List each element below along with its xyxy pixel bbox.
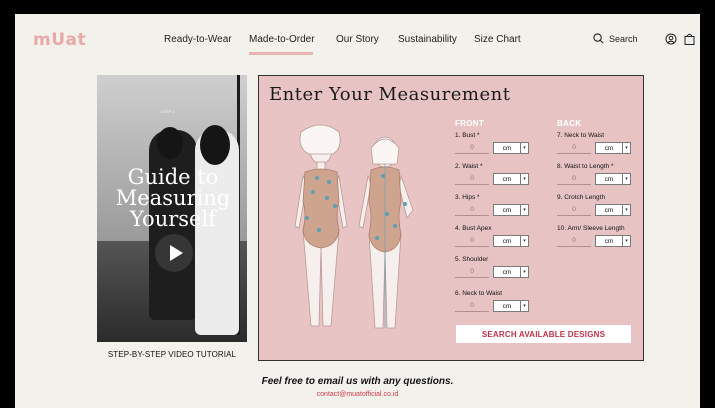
field-row-crotch-length: cm ▾ — [557, 204, 631, 216]
field-label-bust-apex: 4. Bust Apex — [455, 225, 492, 232]
back-heading: BACK — [557, 119, 582, 128]
neck-to-waist-front-unit-select[interactable]: cm ▾ — [493, 300, 529, 312]
nav-size-chart[interactable]: Size Chart — [474, 34, 521, 45]
arm-sleeve-length-input[interactable] — [557, 235, 591, 247]
chevron-down-icon: ▾ — [622, 174, 630, 184]
play-icon — [169, 245, 183, 261]
shoulder-unit-select[interactable]: cm ▾ — [493, 266, 529, 278]
tailor-head — [200, 125, 230, 165]
unit-value: cm — [502, 268, 512, 276]
body-figures-illustration — [294, 124, 414, 329]
video-step-label: STEP 1 — [161, 109, 175, 114]
nav-our-story[interactable]: Our Story — [336, 34, 379, 45]
nav-active-indicator — [249, 52, 313, 55]
field-label-waist: 2. Waist * — [455, 163, 483, 170]
neck-to-waist-back-input[interactable] — [557, 142, 591, 154]
field-label-shoulder: 5. Shoulder — [455, 256, 489, 263]
field-label-waist-to-length: 8. Waist to Length * — [557, 163, 614, 170]
field-label-neck-to-waist-back: 7. Neck to Waist — [557, 132, 605, 139]
chevron-down-icon: ▾ — [520, 143, 528, 153]
neck-to-waist-back-unit-select[interactable]: cm ▾ — [595, 142, 631, 154]
unit-value: cm — [502, 302, 512, 310]
bust-input[interactable] — [455, 142, 489, 154]
video-title-line: Guide to — [127, 165, 219, 189]
model-head — [157, 127, 183, 159]
bust-apex-input[interactable] — [455, 235, 489, 247]
measurement-panel: Enter Your Measurement FRONT BACK 1. Bus… — [258, 75, 644, 361]
waist-to-length-input[interactable] — [557, 173, 591, 185]
field-row-arm-sleeve-length: cm ▾ — [557, 235, 631, 247]
field-label-hips: 3. Hips * — [455, 194, 480, 201]
field-row-bust: cm ▾ — [455, 142, 529, 154]
waist-to-length-unit-select[interactable]: cm ▾ — [595, 173, 631, 185]
chevron-down-icon: ▾ — [520, 236, 528, 246]
hips-input[interactable] — [455, 204, 489, 216]
front-heading: FRONT — [455, 119, 485, 128]
unit-value: cm — [502, 175, 512, 183]
chevron-down-icon: ▾ — [520, 205, 528, 215]
chevron-down-icon: ▾ — [520, 301, 528, 311]
field-row-neck-to-waist-back: cm ▾ — [557, 142, 631, 154]
unit-value: cm — [604, 175, 614, 183]
waist-input[interactable] — [455, 173, 489, 185]
bag-icon[interactable] — [684, 33, 695, 45]
nav-ready-to-wear[interactable]: Ready-to-Wear — [164, 34, 232, 45]
chevron-down-icon: ▾ — [622, 236, 630, 246]
field-label-bust: 1. Bust * — [455, 132, 480, 139]
nav-sustainability[interactable]: Sustainability — [398, 34, 457, 45]
hips-unit-select[interactable]: cm ▾ — [493, 204, 529, 216]
field-row-hips: cm ▾ — [455, 204, 529, 216]
neck-to-waist-front-input[interactable] — [455, 300, 489, 312]
video-caption: STEP-BY-STEP VIDEO TUTORIAL — [107, 350, 237, 359]
measurement-diagram — [273, 118, 437, 344]
unit-value: cm — [502, 237, 512, 245]
crotch-length-unit-select[interactable]: cm ▾ — [595, 204, 631, 216]
chevron-down-icon: ▾ — [622, 143, 630, 153]
search-available-designs-button[interactable]: SEARCH AVAILABLE DESIGNS — [456, 325, 631, 343]
contact-message: Feel free to email us with any questions… — [261, 376, 454, 387]
page: mUat Ready-to-Wear Made-to-Order Our Sto… — [15, 14, 700, 408]
unit-value: cm — [604, 206, 614, 214]
search-icon — [593, 33, 604, 44]
search-label: Search — [609, 33, 638, 44]
field-row-bust-apex: cm ▾ — [455, 235, 529, 247]
unit-value: cm — [502, 144, 512, 152]
waist-unit-select[interactable]: cm ▾ — [493, 173, 529, 185]
chevron-down-icon: ▾ — [520, 174, 528, 184]
field-row-waist: cm ▾ — [455, 173, 529, 185]
field-label-neck-to-waist-front: 6. Neck to Waist — [455, 290, 503, 297]
unit-value: cm — [604, 237, 614, 245]
nav-made-to-order[interactable]: Made-to-Order — [249, 34, 315, 45]
account-icon[interactable] — [665, 33, 677, 45]
contact-email-link[interactable]: contact@muatofficial.co.id — [15, 391, 700, 398]
field-row-waist-to-length: cm ▾ — [557, 173, 631, 185]
chevron-down-icon: ▾ — [622, 205, 630, 215]
measurement-title: Enter Your Measurement — [269, 84, 511, 105]
video-title-line: Measuring — [115, 186, 231, 210]
field-row-neck-to-waist-front: cm ▾ — [455, 300, 529, 312]
video-title: Guide to Measuring Yourself — [101, 167, 245, 230]
arm-sleeve-length-unit-select[interactable]: cm ▾ — [595, 235, 631, 247]
video-title-line: Yourself — [130, 207, 216, 231]
shoulder-input[interactable] — [455, 266, 489, 278]
search-button[interactable]: Search — [593, 33, 638, 44]
field-label-crotch-length: 9. Crotch Length — [557, 194, 606, 201]
video-tutorial[interactable]: STEP 1 Guide to Measuring Yourself — [97, 75, 247, 342]
field-row-shoulder: cm ▾ — [455, 266, 529, 278]
chevron-down-icon: ▾ — [520, 267, 528, 277]
crotch-length-input[interactable] — [557, 204, 591, 216]
unit-value: cm — [604, 144, 614, 152]
bust-apex-unit-select[interactable]: cm ▾ — [493, 235, 529, 247]
field-label-arm-sleeve-length: 10. Arm/ Sleeve Length — [557, 225, 625, 232]
play-button[interactable] — [155, 234, 193, 272]
bust-unit-select[interactable]: cm ▾ — [493, 142, 529, 154]
unit-value: cm — [502, 206, 512, 214]
